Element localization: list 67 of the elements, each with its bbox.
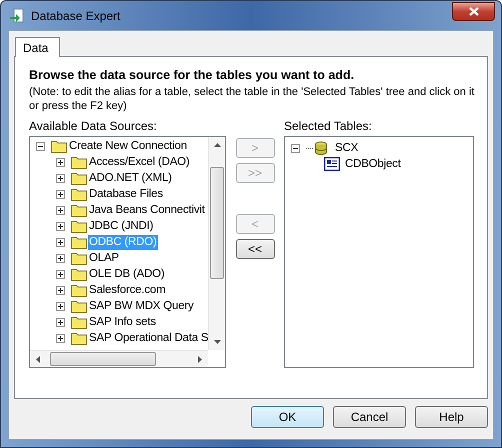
scroll-thumb[interactable]: [50, 352, 156, 366]
tab[interactable]: Data: [15, 37, 60, 57]
expand-icon[interactable]: [56, 334, 65, 342]
tree-item[interactable]: Access/Excel (DAO): [88, 154, 191, 170]
close-button[interactable]: [452, 2, 495, 20]
data-sources-tree[interactable]: [29, 136, 226, 368]
database-icon: [314, 141, 328, 155]
expand-icon[interactable]: [56, 302, 65, 310]
expand-icon[interactable]: [56, 270, 65, 278]
tree-item[interactable]: ADO.NET (XML): [88, 170, 173, 186]
folder-icon: [71, 331, 87, 345]
tree-dots-icon: [306, 146, 314, 150]
tree-item[interactable]: Database Files: [88, 186, 164, 202]
list-label: Available Data Sources:: [29, 119, 158, 135]
expand-icon[interactable]: [56, 254, 65, 262]
expand-icon[interactable]: [56, 174, 65, 182]
folder-icon: [71, 171, 87, 185]
expand-icon[interactable]: [56, 206, 65, 214]
expand-icon[interactable]: [56, 238, 65, 246]
collapse-icon[interactable]: [36, 142, 45, 150]
dialog-button[interactable]: OK: [251, 406, 324, 428]
folder-icon: [71, 219, 87, 233]
expand-icon[interactable]: [56, 158, 65, 166]
tree-item[interactable]: Salesforce.com: [88, 282, 166, 298]
scroll-right-icon[interactable]: [198, 356, 202, 362]
note-text: (Note: to edit the alias for a table, select the table in the 'Selected Tables' tree and click on it or press the F2 key): [29, 85, 476, 113]
tree-item[interactable]: SAP Info sets: [88, 314, 157, 330]
close-icon: [468, 6, 478, 16]
tree-item[interactable]: SAP Operational Data S: [88, 330, 208, 346]
tree-item[interactable]: Create New Connection: [68, 138, 188, 154]
expand-icon[interactable]: [56, 222, 65, 230]
folder-icon: [71, 283, 87, 297]
folder-icon: [71, 203, 87, 217]
app-icon: [9, 8, 25, 24]
tree-item[interactable]: JDBC (JNDI): [88, 218, 154, 234]
list-label: Selected Tables:: [284, 119, 373, 135]
folder-icon: [71, 315, 87, 329]
move-button[interactable]: <<: [236, 239, 274, 259]
window-title: Database Expert: [31, 8, 122, 22]
expand-icon[interactable]: [56, 286, 65, 294]
expand-icon[interactable]: [56, 190, 65, 198]
folder-icon: [71, 299, 87, 313]
vertical-scrollbar[interactable]: [208, 137, 225, 350]
tree-item[interactable]: CDBObject: [344, 156, 402, 172]
tree-item[interactable]: SAP BW MDX Query: [88, 298, 195, 314]
scroll-left-icon[interactable]: [36, 356, 40, 362]
folder-icon: [71, 187, 87, 201]
scroll-thumb[interactable]: [210, 167, 224, 279]
horizontal-scrollbar[interactable]: [30, 350, 208, 367]
tree-item[interactable]: SCX: [334, 140, 360, 156]
scroll-up-icon[interactable]: [214, 143, 220, 147]
dialog-button[interactable]: Cancel: [333, 406, 406, 428]
dialog-button[interactable]: Help: [415, 406, 488, 428]
expand-icon[interactable]: [56, 318, 65, 326]
selected-tables-tree[interactable]: SCX CDBObject: [284, 136, 474, 368]
table-icon: [324, 157, 340, 171]
instruction-heading: Browse the data source for the tables you want to add.: [29, 68, 356, 82]
folder-icon: [71, 267, 87, 281]
folder-icon: [71, 251, 87, 265]
collapse-icon[interactable]: [291, 144, 300, 152]
folder-icon: [51, 139, 67, 153]
folder-icon: [71, 235, 87, 249]
tree-item[interactable]: OLAP: [88, 250, 120, 266]
tree-item[interactable]: Java Beans Connectivit: [88, 202, 206, 218]
folder-icon: [71, 155, 87, 169]
tree-item[interactable]: OLE DB (ADO): [88, 266, 166, 282]
scroll-down-icon[interactable]: [214, 340, 220, 344]
